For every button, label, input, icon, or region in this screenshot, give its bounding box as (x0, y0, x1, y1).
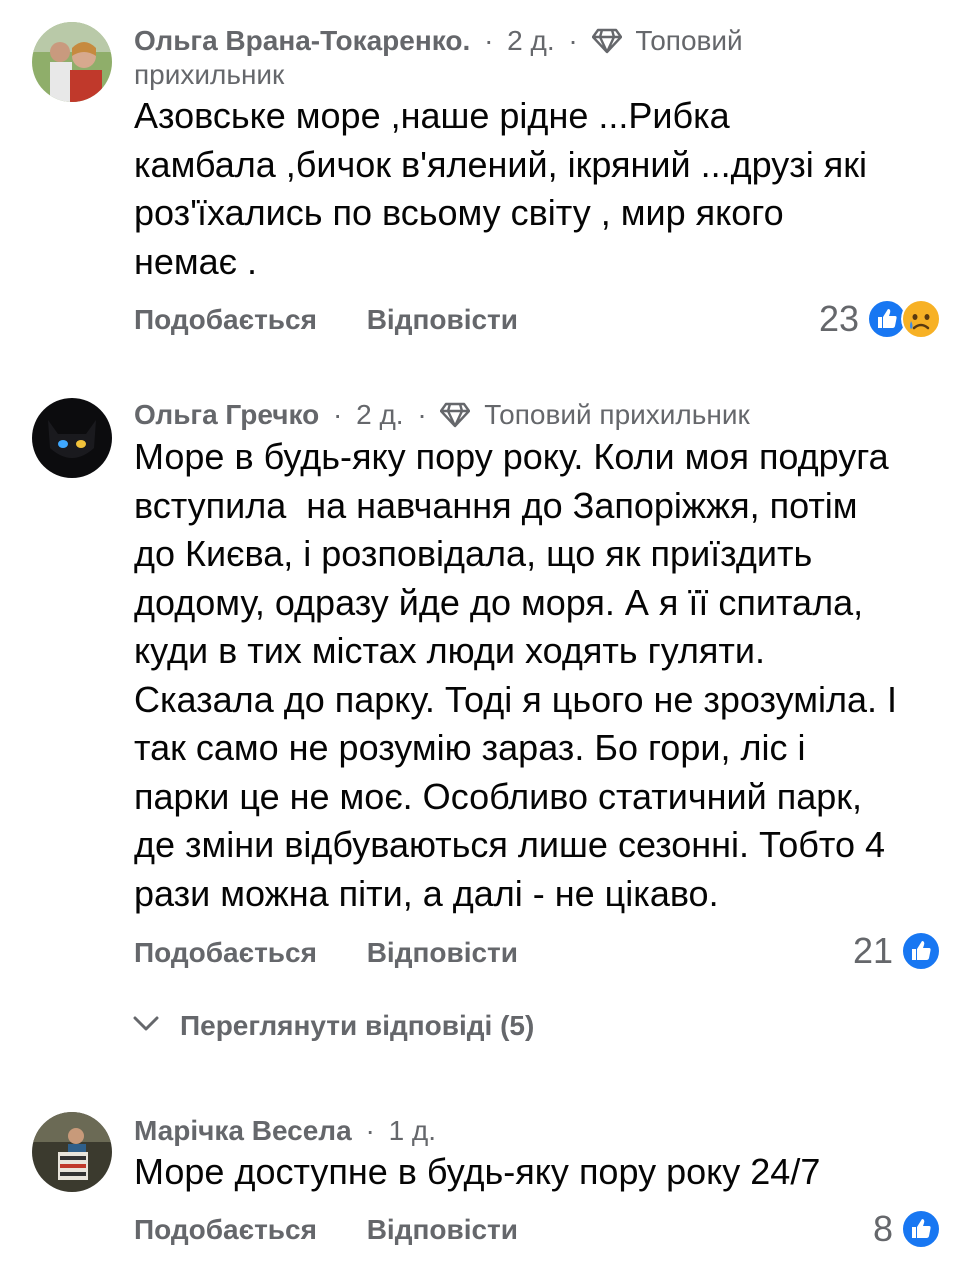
comment-actions: Подобається Відповісти (134, 937, 560, 969)
like-button[interactable]: Подобається (134, 1214, 317, 1245)
chevron-down-icon (133, 1016, 159, 1031)
reply-button[interactable]: Відповісти (367, 1214, 518, 1245)
like-icon (901, 1209, 941, 1249)
like-button[interactable]: Подобається (134, 304, 317, 335)
separator-dot: · (484, 25, 494, 56)
reactions-summary[interactable]: 23 (819, 297, 941, 341)
comment-author[interactable]: Марічка Весела (134, 1115, 352, 1146)
comment-actions: Подобається Відповісти (134, 304, 560, 336)
comment-meta: Марічка Весела · 1 д. (134, 1114, 436, 1148)
comment-text: Азовське море ,наше рідне ...Рибка камба… (134, 95, 867, 282)
comment-time[interactable]: 1 д. (389, 1115, 436, 1146)
like-icon (901, 931, 941, 971)
comment-meta: Ольга Гречко · 2 д. · Топовий прихильник (134, 398, 750, 436)
top-fan-badge: Топовий (635, 25, 743, 56)
like-button[interactable]: Подобається (134, 937, 317, 968)
sad-icon (901, 299, 941, 339)
comment-author[interactable]: Ольга Гречко (134, 399, 319, 430)
reaction-count: 21 (852, 930, 893, 971)
reaction-count: 23 (818, 298, 859, 339)
separator-dot: · (568, 25, 578, 56)
reaction-count: 8 (872, 1208, 893, 1249)
comment-meta: Ольга Врана-Токаренко. · 2 д. · Топовий (134, 24, 743, 62)
avatar[interactable] (32, 1112, 112, 1192)
avatar[interactable] (32, 22, 112, 102)
diamond-icon (591, 28, 622, 62)
top-fan-badge: Топовий прихильник (484, 399, 750, 430)
comment-actions: Подобається Відповісти (134, 1214, 560, 1246)
view-replies-label: Переглянути відповіді (5) (180, 1010, 535, 1041)
comment-text: Море доступне в будь-яку пору року 24/7 (134, 1151, 821, 1192)
reply-button[interactable]: Відповісти (367, 304, 518, 335)
reactions-summary[interactable]: 8 (873, 1207, 941, 1251)
diamond-icon (440, 402, 471, 436)
avatar[interactable] (32, 398, 112, 478)
separator-dot: · (333, 399, 343, 430)
reply-button[interactable]: Відповісти (367, 937, 518, 968)
top-fan-badge-line2: прихильник (134, 59, 285, 90)
separator-dot: · (365, 1115, 375, 1146)
comment-time[interactable]: 2 д. (356, 399, 403, 430)
comment-time[interactable]: 2 д. (507, 25, 554, 56)
reactions-summary[interactable]: 21 (853, 929, 941, 973)
separator-dot: · (417, 399, 427, 430)
view-replies-button[interactable]: Переглянути відповіді (5) (133, 1010, 535, 1042)
comment-text: Море в будь-яку пору року. Коли моя подр… (134, 436, 898, 914)
comment-author[interactable]: Ольга Врана-Токаренко. (134, 25, 470, 56)
